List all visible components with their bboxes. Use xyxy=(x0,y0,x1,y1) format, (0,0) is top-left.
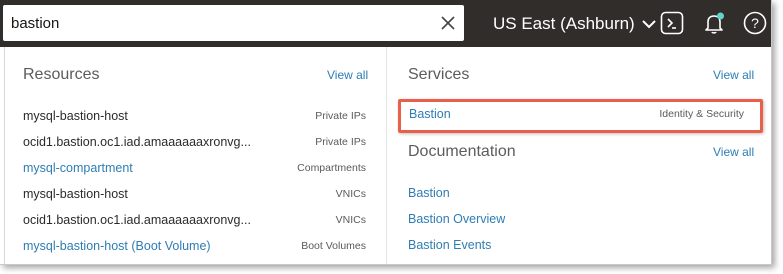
resource-type: Boot Volumes xyxy=(301,240,366,252)
resource-row[interactable]: mysql-bastion-host VNICs xyxy=(5,181,386,207)
resource-type: VNICs xyxy=(335,188,366,200)
services-column: Services View all Bastion Identity & Sec… xyxy=(387,47,771,264)
doc-link[interactable]: Bastion Overview xyxy=(408,212,505,226)
resource-type: Compartments xyxy=(297,162,366,174)
services-view-all-link[interactable]: View all xyxy=(713,68,754,82)
console-window: US East (Ashburn) ? Resources View all m… xyxy=(0,0,772,265)
svg-text:?: ? xyxy=(751,15,759,31)
cloud-shell-icon[interactable] xyxy=(660,11,684,35)
documentation-view-all-link[interactable]: View all xyxy=(713,145,754,159)
region-selector[interactable]: US East (Ashburn) xyxy=(493,12,656,36)
resource-name: ocid1.bastion.oc1.iad.amaaaaaaxronvg... xyxy=(23,135,251,149)
resource-row[interactable]: mysql-compartment Compartments xyxy=(5,155,386,181)
top-navigation-bar: US East (Ashburn) ? xyxy=(0,0,771,47)
resource-name: mysql-bastion-host xyxy=(23,109,128,123)
doc-link[interactable]: Bastion xyxy=(408,186,450,200)
resource-name: ocid1.bastion.oc1.iad.amaaaaaaxronvg... xyxy=(23,213,251,227)
notifications-bell-icon[interactable] xyxy=(702,11,726,35)
documentation-heading: Documentation xyxy=(408,143,516,160)
search-results-dropdown: Resources View all mysql-bastion-host Pr… xyxy=(4,47,771,264)
search-box[interactable] xyxy=(3,5,464,41)
resource-name: mysql-bastion-host xyxy=(23,187,128,201)
resource-name[interactable]: mysql-compartment xyxy=(23,161,133,175)
chevron-down-icon xyxy=(642,20,656,29)
service-category: Identity & Security xyxy=(659,108,744,120)
resource-name[interactable]: mysql-bastion-host (Boot Volume) xyxy=(23,239,211,253)
help-icon[interactable]: ? xyxy=(743,11,767,35)
resource-row[interactable]: mysql-bastion-host (Boot Volume) Boot Vo… xyxy=(5,233,386,259)
resource-type: VNICs xyxy=(335,214,366,226)
resources-column: Resources View all mysql-bastion-host Pr… xyxy=(5,47,387,264)
region-label: US East (Ashburn) xyxy=(493,14,635,33)
resources-view-all-link[interactable]: View all xyxy=(327,68,368,82)
resource-row[interactable]: mysql-bastion-host Private IPs xyxy=(5,103,386,129)
resource-row[interactable]: ocid1.bastion.oc1.iad.amaaaaaaxronvg... … xyxy=(5,207,386,233)
services-heading: Services xyxy=(408,66,470,83)
clear-search-icon[interactable] xyxy=(439,14,457,32)
resource-type: Private IPs xyxy=(315,136,366,148)
resource-type: Private IPs xyxy=(315,110,366,122)
service-name[interactable]: Bastion xyxy=(409,107,451,121)
resources-heading: Resources xyxy=(23,66,100,83)
search-input[interactable] xyxy=(11,12,421,34)
highlighted-service-row[interactable]: Bastion Identity & Security xyxy=(398,99,763,133)
resource-row[interactable]: ocid1.bastion.oc1.iad.amaaaaaaxronvg... … xyxy=(5,129,386,155)
doc-link[interactable]: Bastion Events xyxy=(408,238,491,252)
